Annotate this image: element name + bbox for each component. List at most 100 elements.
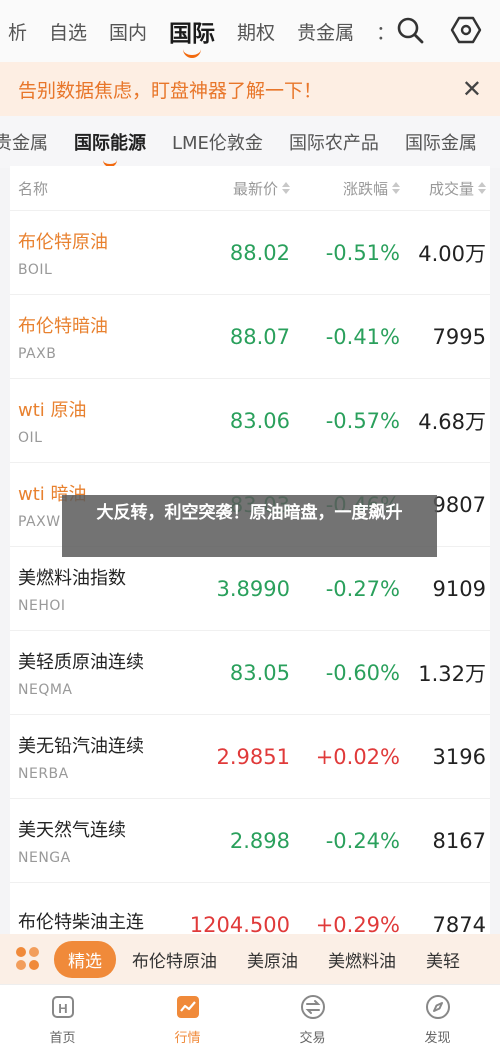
instrument-cell: 美无铅汽油连续 NERBA xyxy=(10,732,180,782)
instrument-cell: 美燃料油指数 NEHOI xyxy=(10,564,180,614)
instrument-cell: 美轻质原油连续 NEQMA xyxy=(10,648,180,698)
change-percent: -0.51% xyxy=(325,240,400,265)
quick-item[interactable]: 美原油 xyxy=(247,947,298,972)
nav-discover[interactable]: 发现 xyxy=(375,985,500,1054)
svg-text:H: H xyxy=(58,1001,67,1016)
quick-bar: 精选 布伦特原油 美原油 美燃料油 美轻 xyxy=(0,934,500,984)
sort-icon xyxy=(392,182,400,194)
table-row[interactable]: 美燃料油指数 NEHOI 3.8990 -0.27% 9109 xyxy=(10,546,490,630)
volume: 8167 xyxy=(432,828,486,853)
banner-message: 告别数据焦虑，盯盘神器了解一下！ xyxy=(18,79,323,102)
top-icons xyxy=(394,14,482,46)
last-price: 88.07 xyxy=(229,324,290,349)
nav-discover-label: 发现 xyxy=(424,1031,451,1046)
apps-grid-icon[interactable] xyxy=(16,947,40,971)
change-percent: +0.29% xyxy=(315,912,400,937)
subtab-precious-metals[interactable]: 贵金属 xyxy=(0,129,48,155)
instrument-cell: 美天然气连续 NENGA xyxy=(10,816,180,866)
tab-domestic[interactable]: 国内 xyxy=(109,18,147,45)
instrument-code: PAXB xyxy=(18,345,57,362)
instrument-name: 布伦特原油 xyxy=(18,231,108,253)
header-volume[interactable]: 成交量 xyxy=(400,178,490,199)
quick-item[interactable]: 布伦特原油 xyxy=(132,947,217,972)
nav-market[interactable]: 行情 xyxy=(125,985,250,1054)
last-price: 1204.500 xyxy=(189,912,290,937)
subtab-lme-gold[interactable]: LME伦敦金 xyxy=(172,129,263,155)
instrument-code: NENGA xyxy=(18,849,71,866)
last-price: 3.8990 xyxy=(216,576,290,601)
instrument-name: 布伦特暗油 xyxy=(18,315,108,337)
volume: 4.68万 xyxy=(418,409,486,434)
volume: 3196 xyxy=(432,744,486,769)
home-icon: H xyxy=(51,996,74,1018)
table-row[interactable]: 布伦特原油 BOIL 88.02 -0.51% 4.00万 xyxy=(10,210,490,294)
subtab-intl-metals[interactable]: 国际金属 xyxy=(405,129,477,155)
news-headline-text: 大反转，利空突袭！原油暗盘，一度飙升 xyxy=(96,503,403,523)
instrument-code: NEQMA xyxy=(18,681,73,698)
trade-exchange-icon xyxy=(300,995,325,1019)
tab-analysis[interactable]: 析 xyxy=(8,18,27,45)
instrument-code: OIL xyxy=(18,429,43,446)
table-row[interactable]: wti 原油 OIL 83.06 -0.57% 4.68万 xyxy=(10,378,490,462)
sort-icon xyxy=(282,182,290,194)
nav-trade[interactable]: 交易 xyxy=(250,985,375,1054)
header-volume-label: 成交量 xyxy=(428,179,474,198)
header-change-label: 涨跌幅 xyxy=(342,179,388,198)
last-price: 83.05 xyxy=(229,660,290,685)
instrument-name: 美天然气连续 xyxy=(18,819,126,841)
nav-market-label: 行情 xyxy=(174,1031,201,1046)
discover-compass-icon xyxy=(425,995,450,1019)
close-icon[interactable]: ✕ xyxy=(462,75,482,103)
tab-precious-metals[interactable]: 贵金属 xyxy=(297,18,354,45)
instrument-code: NEHOI xyxy=(18,597,66,614)
instrument-name: 美无铅汽油连续 xyxy=(18,735,144,757)
tab-options[interactable]: 期权 xyxy=(237,18,275,45)
featured-pill[interactable]: 精选 xyxy=(54,940,116,978)
nav-home-label: 首页 xyxy=(49,1031,76,1046)
top-tabs: 析 自选 国内 国际 期权 贵金属 ： xyxy=(0,0,390,62)
header-price-label: 最新价 xyxy=(232,179,278,198)
instrument-cell: 布伦特暗油 PAXB xyxy=(10,312,180,362)
change-percent: +0.02% xyxy=(315,744,400,769)
promo-banner[interactable]: 告别数据焦虑，盯盘神器了解一下！ ✕ xyxy=(0,62,500,116)
market-chart-icon xyxy=(176,996,199,1018)
tab-international[interactable]: 国际 xyxy=(169,14,215,48)
quick-item[interactable]: 美燃料油 xyxy=(328,947,396,972)
nav-home[interactable]: H 首页 xyxy=(0,985,125,1054)
last-price: 2.898 xyxy=(229,828,290,853)
settings-hexagon-icon[interactable] xyxy=(450,14,482,46)
header-price[interactable]: 最新价 xyxy=(180,178,290,199)
search-icon[interactable] xyxy=(394,14,426,46)
change-percent: -0.60% xyxy=(325,660,400,685)
category-tabs: 贵金属 国际能源 LME伦敦金 国际农产品 国际金属 xyxy=(0,116,500,168)
table-row[interactable]: 美无铅汽油连续 NERBA 2.9851 +0.02% 3196 xyxy=(10,714,490,798)
sort-icon xyxy=(478,182,486,194)
instrument-name: 美轻质原油连续 xyxy=(18,651,144,673)
subtab-intl-energy[interactable]: 国际能源 xyxy=(74,129,146,155)
header-change[interactable]: 涨跌幅 xyxy=(290,178,400,199)
instrument-name: wti 原油 xyxy=(18,399,87,421)
volume: 1.32万 xyxy=(418,661,486,686)
table-row[interactable]: 布伦特柴油主连 1204.500 +0.29% 7874 xyxy=(10,882,490,938)
table-row[interactable]: 布伦特暗油 PAXB 88.07 -0.41% 7995 xyxy=(10,294,490,378)
volume: 7995 xyxy=(432,324,486,349)
instrument-code: BOIL xyxy=(18,261,53,278)
tab-more[interactable]: ： xyxy=(376,18,390,45)
instrument-name: 美燃料油指数 xyxy=(18,567,126,589)
instrument-name: 布伦特柴油主连 xyxy=(18,911,144,933)
volume: 4.00万 xyxy=(418,241,486,266)
table-body: 布伦特原油 BOIL 88.02 -0.51% 4.00万布伦特暗油 PAXB 88.07 -… xyxy=(10,210,490,938)
quick-item[interactable]: 美轻 xyxy=(426,947,460,972)
news-headline-overlay[interactable]: 大反转，利空突袭！原油暗盘，一度飙升 xyxy=(62,495,437,557)
subtab-intl-agri[interactable]: 国际农产品 xyxy=(289,129,379,155)
tab-watchlist[interactable]: 自选 xyxy=(49,18,87,45)
instrument-cell: 布伦特原油 BOIL xyxy=(10,228,180,278)
last-price: 83.06 xyxy=(229,408,290,433)
table-header: 名称 最新价 涨跌幅 成交量 xyxy=(10,166,490,210)
table-row[interactable]: 美天然气连续 NENGA 2.898 -0.24% 8167 xyxy=(10,798,490,882)
nav-trade-label: 交易 xyxy=(299,1031,326,1046)
table-row[interactable]: 美轻质原油连续 NEQMA 83.05 -0.60% 1.32万 xyxy=(10,630,490,714)
change-percent: -0.57% xyxy=(325,408,400,433)
last-price: 88.02 xyxy=(229,240,290,265)
header-name[interactable]: 名称 xyxy=(10,178,180,199)
